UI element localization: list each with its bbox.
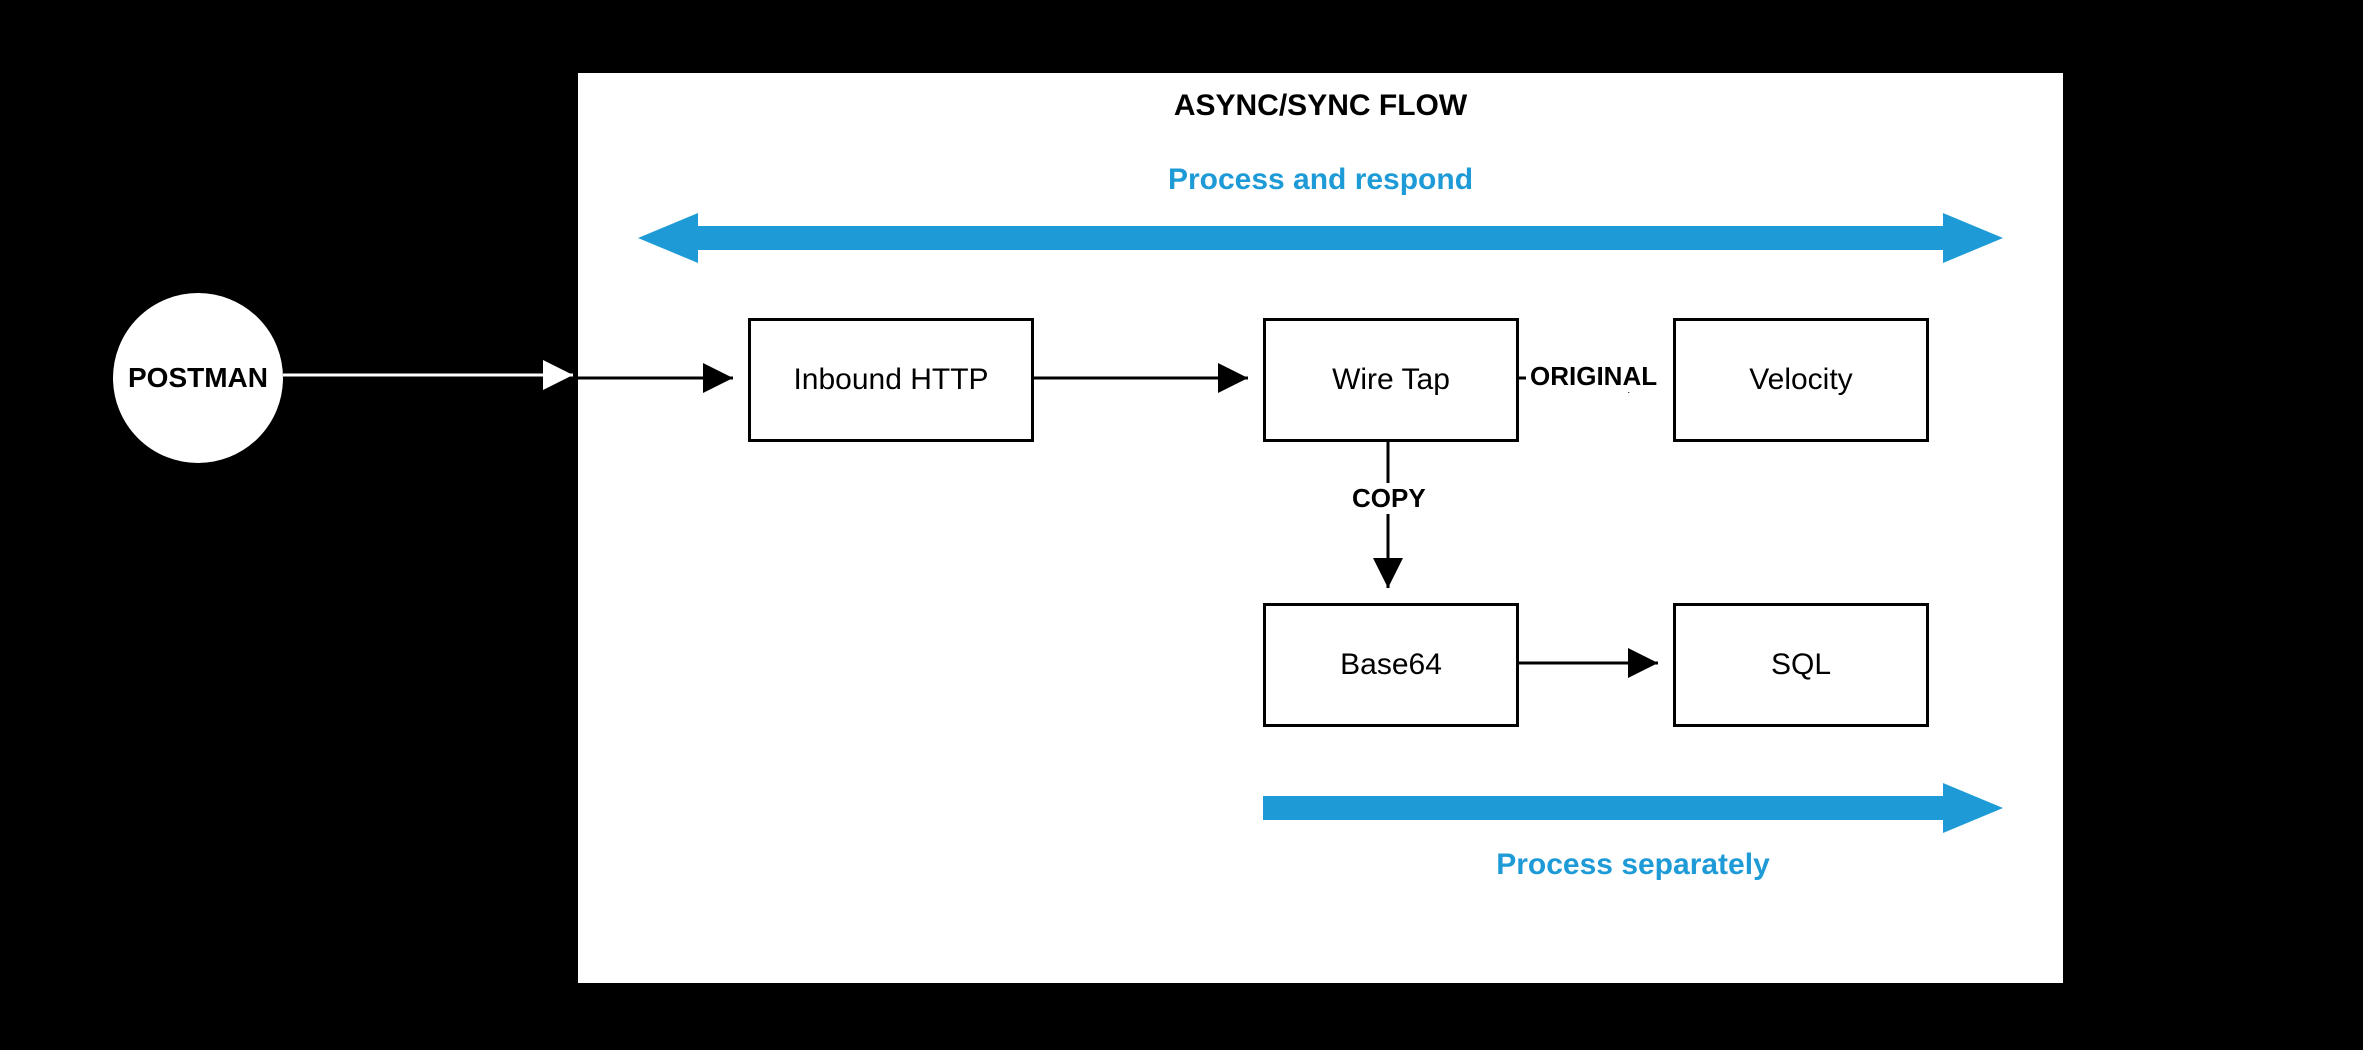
node-velocity-label: Velocity (1749, 363, 1852, 397)
arrow-wiretap-to-base64 (1373, 439, 1403, 603)
node-sql: SQL (1673, 603, 1929, 727)
double-arrow-top (638, 208, 2003, 268)
flow-container: ASYNC/SYNC FLOW Process and respond Inbo… (575, 70, 2066, 986)
edge-label-copy: COPY (1348, 483, 1430, 514)
node-sql-label: SQL (1771, 648, 1831, 682)
arrow-postman-to-inbound (283, 360, 613, 390)
node-wire-tap-label: Wire Tap (1332, 363, 1450, 397)
arrow-inbound-to-wiretap (1031, 363, 1263, 393)
node-wire-tap: Wire Tap (1263, 318, 1519, 442)
caption-bottom: Process separately (1263, 848, 2003, 882)
node-inbound-http-label: Inbound HTTP (793, 363, 988, 397)
arrow-into-inbound (578, 363, 748, 393)
node-base64: Base64 (1263, 603, 1519, 727)
node-base64-label: Base64 (1340, 648, 1442, 682)
arrow-base64-to-sql (1516, 648, 1673, 678)
container-title: ASYNC/SYNC FLOW (578, 89, 2063, 123)
caption-top: Process and respond (578, 163, 2063, 197)
node-inbound-http: Inbound HTTP (748, 318, 1034, 442)
postman-label: POSTMAN (128, 362, 268, 394)
edge-label-original: ORIGINAL (1526, 361, 1661, 392)
diagram-canvas: POSTMAN ASYNC/SYNC FLOW Process and resp… (0, 0, 2363, 1050)
node-velocity: Velocity (1673, 318, 1929, 442)
postman-node: POSTMAN (110, 290, 286, 466)
arrow-bottom (1263, 778, 2003, 838)
